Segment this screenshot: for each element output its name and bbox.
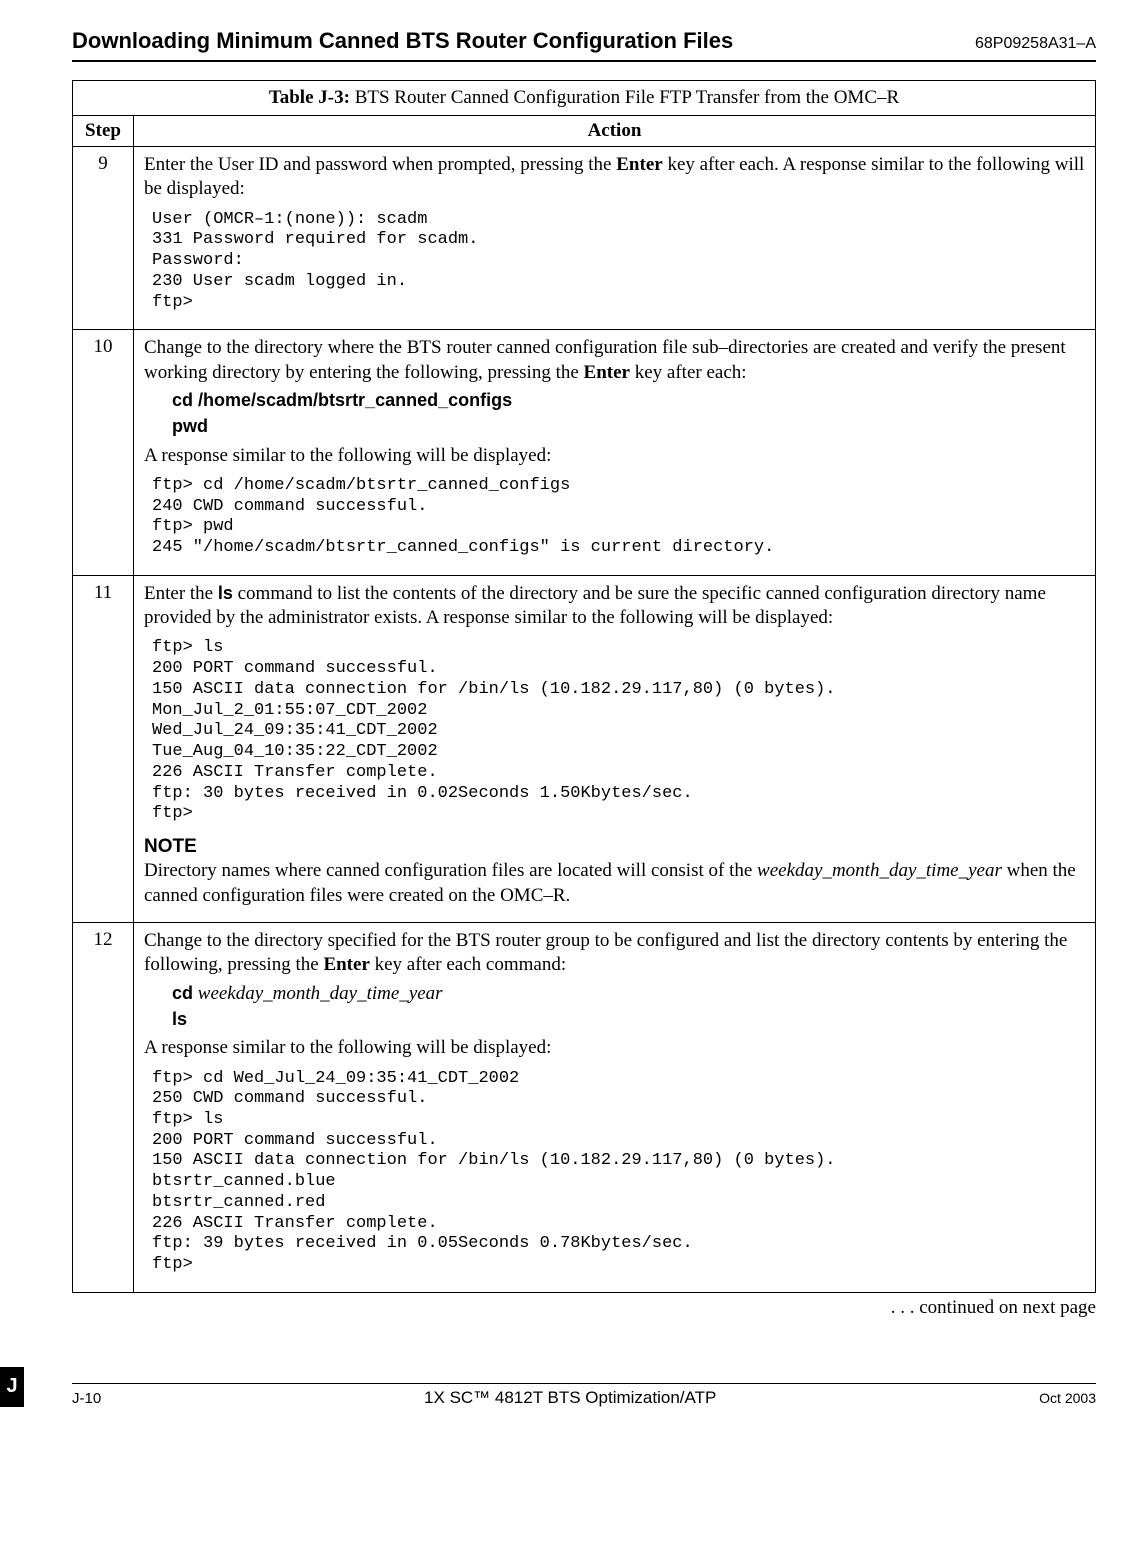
command-arg: weekday_month_day_time_year (193, 983, 443, 1004)
procedure-table: Table J-3: BTS Router Canned Configurati… (72, 80, 1096, 1293)
text: A response similar to the following will… (144, 1036, 1085, 1060)
step-number: 11 (73, 575, 134, 922)
page-footer: J-10 1X SC™ 4812T BTS Optimization/ATP O… (72, 1383, 1096, 1408)
command: pwd (172, 416, 208, 436)
table-row: 10 Change to the directory where the BTS… (73, 330, 1096, 576)
footer-date: Oct 2003 (1039, 1390, 1096, 1406)
command: ls (172, 1009, 187, 1029)
continued-indicator: . . . continued on next page (72, 1297, 1096, 1319)
terminal-output: ftp> ls 200 PORT command successful. 150… (152, 638, 1085, 825)
step-number: 12 (73, 922, 134, 1292)
table-caption: BTS Router Canned Configuration File FTP… (350, 87, 899, 108)
command: ls (218, 583, 233, 603)
column-header-step: Step (73, 116, 134, 147)
step-action: Change to the directory specified for th… (134, 922, 1096, 1292)
step-action: Enter the ls command to list the content… (134, 575, 1096, 922)
step-number: 10 (73, 330, 134, 576)
command: cd (172, 983, 193, 1003)
text: Directory names where canned configurati… (144, 860, 757, 881)
step-action: Change to the directory where the BTS ro… (134, 330, 1096, 576)
table-row: 9 Enter the User ID and password when pr… (73, 147, 1096, 330)
note-heading: NOTE (144, 835, 1085, 859)
command: cd (172, 390, 193, 410)
footer-title: 1X SC™ 4812T BTS Optimization/ATP (424, 1388, 716, 1408)
table-row: 11 Enter the ls command to list the cont… (73, 575, 1096, 922)
command-arg: /home/scadm/btsrtr_canned_configs (193, 390, 512, 410)
step-action: Enter the User ID and password when prom… (134, 147, 1096, 330)
text: command to list the contents of the dire… (144, 583, 1046, 628)
document-id: 68P09258A31–A (975, 35, 1096, 53)
text: key after each: (630, 362, 747, 383)
page-number: J-10 (72, 1390, 101, 1407)
text: key after each command: (370, 954, 566, 975)
text: Enter the User ID and password when prom… (144, 154, 616, 175)
section-tab: J (0, 1367, 24, 1407)
key-name: Enter (584, 362, 630, 383)
text: Change to the directory specified for th… (144, 930, 1067, 975)
column-header-action: Action (134, 116, 1096, 147)
terminal-output: User (OMCR–1:(none)): scadm 331 Password… (152, 210, 1085, 314)
key-name: Enter (616, 154, 662, 175)
table-number: Table J-3: (269, 87, 350, 108)
note-body: Directory names where canned configurati… (144, 859, 1085, 908)
format-pattern: weekday_month_day_time_year (757, 860, 1002, 881)
table-row: 12 Change to the directory specified for… (73, 922, 1096, 1292)
page-title: Downloading Minimum Canned BTS Router Co… (72, 28, 733, 54)
key-name: Enter (323, 954, 369, 975)
text: Enter the (144, 583, 218, 604)
terminal-output: ftp> cd Wed_Jul_24_09:35:41_CDT_2002 250… (152, 1069, 1085, 1276)
page-header: Downloading Minimum Canned BTS Router Co… (72, 28, 1096, 62)
text: A response similar to the following will… (144, 444, 1085, 468)
step-number: 9 (73, 147, 134, 330)
terminal-output: ftp> cd /home/scadm/btsrtr_canned_config… (152, 476, 1085, 559)
table-title: Table J-3: BTS Router Canned Configurati… (73, 81, 1096, 116)
